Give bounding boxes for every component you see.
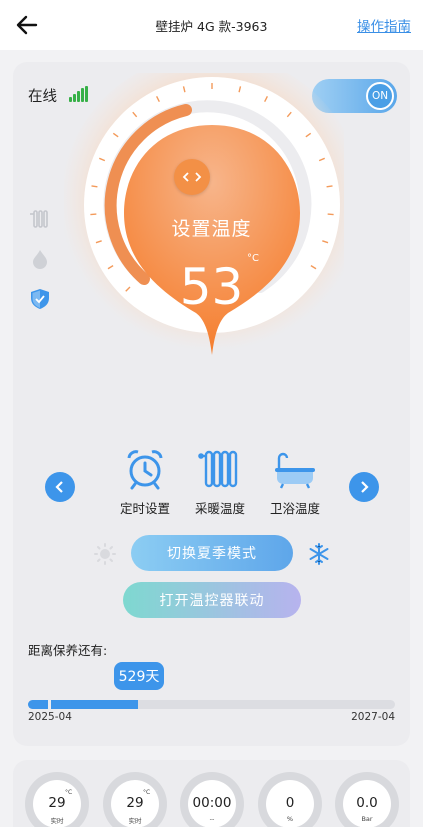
temperature-unit: °C xyxy=(247,253,259,264)
mode-label: 定时设置 xyxy=(119,501,170,516)
snowflake-icon[interactable] xyxy=(307,542,331,566)
days-remaining-badge: 529天 xyxy=(114,662,164,690)
maintenance-progress-fill xyxy=(28,700,139,709)
mode-timer[interactable]: 定时设置 xyxy=(110,448,180,517)
thermostat-link-button[interactable]: 打开温控器联动 xyxy=(123,582,301,618)
dial-handle[interactable] xyxy=(174,159,210,195)
set-temperature-label: 设置温度 xyxy=(171,218,252,240)
maintenance-progress xyxy=(28,700,395,709)
mode-bath[interactable]: 卫浴温度 xyxy=(260,448,330,517)
gauge-sub: 实时 xyxy=(50,817,64,825)
gauge-sub: -- xyxy=(209,815,215,823)
gauge-1: 29 °C 实时 xyxy=(25,772,89,827)
gauge-sub: % xyxy=(286,815,294,823)
dial-tick xyxy=(326,185,333,188)
gauge-sub: 实时 xyxy=(128,817,142,825)
gauge-unit: °C xyxy=(65,789,73,796)
gauge-2: 29 °C 实时 xyxy=(103,772,167,827)
mode-heating[interactable]: 采暖温度 xyxy=(185,448,255,517)
chevron-left-icon xyxy=(55,481,63,493)
bathtub-icon xyxy=(275,452,315,489)
end-date: 2027-04 xyxy=(351,711,395,723)
gauge-value: 29 xyxy=(126,795,144,811)
sun-icon xyxy=(94,543,116,565)
gauge-value: 00:00 xyxy=(192,795,232,811)
online-status: 在线 xyxy=(28,89,57,105)
gauge-value: 0 xyxy=(285,795,295,811)
summer-mode-button[interactable]: 切换夏季模式 xyxy=(131,535,293,571)
angle-brackets-icon xyxy=(182,172,202,182)
guide-link[interactable]: 操作指南 xyxy=(357,15,411,35)
maintenance-label: 距离保养还有: xyxy=(28,643,108,658)
start-date: 2025-04 xyxy=(28,711,72,723)
alarm-clock-icon xyxy=(127,450,163,490)
prev-mode-button[interactable] xyxy=(45,472,75,502)
set-temperature-value: 53 xyxy=(179,258,244,316)
gauge-3: 00:00 -- xyxy=(180,772,244,827)
mode-label: 卫浴温度 xyxy=(269,501,320,516)
next-mode-button[interactable] xyxy=(349,472,379,502)
chevron-right-icon xyxy=(361,481,369,493)
gauge-5: 0.0 Bar xyxy=(335,772,399,827)
dial-tick xyxy=(91,185,98,188)
gauge-unit: °C xyxy=(143,789,151,796)
radiator-icon xyxy=(198,450,238,488)
gauge-4: 0 % xyxy=(258,772,322,827)
gauge-value: 0.0 xyxy=(356,795,378,811)
gauge-sub: Bar xyxy=(361,815,373,823)
power-toggle-label: ON xyxy=(366,82,394,110)
mode-label: 采暖温度 xyxy=(194,501,245,516)
gauge-value: 29 xyxy=(48,795,66,811)
top-bar: 壁挂炉 4G 款-3963 操作指南 xyxy=(0,0,423,50)
